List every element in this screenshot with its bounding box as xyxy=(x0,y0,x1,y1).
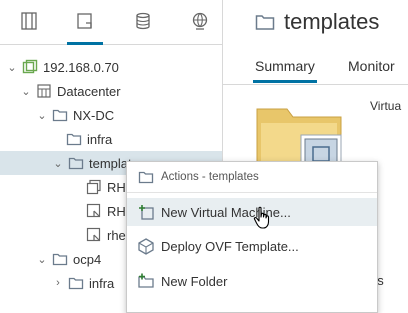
menu-item-label: Deploy OVF Template... xyxy=(161,238,299,254)
tree-item-nx-dc[interactable]: ⌄ NX-DC xyxy=(36,103,114,127)
tab-hosts-and-clusters[interactable] xyxy=(14,8,44,38)
vcenter-icon xyxy=(22,59,38,75)
chevron-down-icon[interactable]: ⌄ xyxy=(52,157,64,170)
tree-item-label: ocp4 xyxy=(73,251,102,267)
tab-storage[interactable] xyxy=(128,8,158,38)
tree-item-ocp4-infra[interactable]: › infra xyxy=(52,271,114,295)
tree-item-label: 192.168.0.70 xyxy=(43,59,119,75)
main-tabs: Summary Monitor xyxy=(223,54,408,85)
folder-icon xyxy=(255,13,275,31)
folder-icon xyxy=(52,107,68,123)
tree-item-label: RH xyxy=(107,203,126,219)
folder-icon xyxy=(68,275,84,291)
tree-item-label: rhe xyxy=(107,227,126,243)
vm-template-icon xyxy=(86,227,102,243)
hosts-and-clusters-icon xyxy=(19,11,39,36)
menu-item-deploy-ovf-template[interactable]: Deploy OVF Template... xyxy=(127,232,377,260)
menu-item-new-folder[interactable]: New Folder xyxy=(127,267,377,295)
tree-item-label: RH xyxy=(107,179,126,195)
chevron-down-icon[interactable]: ⌄ xyxy=(20,85,32,98)
tree-item-ocp4[interactable]: ⌄ ocp4 xyxy=(36,247,101,271)
chevron-down-icon[interactable]: ⌄ xyxy=(6,61,18,74)
chevron-right-icon[interactable]: › xyxy=(52,277,64,289)
page-title-text: templates xyxy=(284,9,380,34)
tree-item-label: Datacenter xyxy=(57,83,121,99)
navigator-tabs xyxy=(0,0,222,45)
new-folder-icon xyxy=(137,272,155,290)
datacenter-icon xyxy=(36,83,52,99)
chevron-down-icon[interactable]: ⌄ xyxy=(36,253,48,266)
folder-icon xyxy=(52,251,68,267)
new-vm-icon xyxy=(137,203,155,221)
tree-item-label: infra xyxy=(89,275,115,291)
tree-item-vcenter[interactable]: ⌄ 192.168.0.70 xyxy=(6,55,119,79)
tree-item-label: infra xyxy=(87,131,113,147)
tab-vms-and-templates[interactable] xyxy=(67,8,103,45)
summary-partial-text: Virtua xyxy=(370,99,402,113)
vm-template-icon xyxy=(86,179,102,195)
vms-and-templates-icon xyxy=(75,11,95,36)
storage-icon xyxy=(133,11,153,36)
tree-item-template-1[interactable]: RH xyxy=(86,175,126,199)
vm-template-icon xyxy=(86,203,102,219)
menu-item-new-virtual-machine[interactable]: New Virtual Machine... xyxy=(127,198,377,226)
page-title: templates xyxy=(255,9,379,35)
tab-networking[interactable] xyxy=(185,8,215,38)
hand-cursor-icon xyxy=(253,206,273,230)
tree-item-template-2[interactable]: RH xyxy=(86,199,126,223)
menu-item-label: New Folder xyxy=(161,273,228,289)
context-menu-header: Actions - templates xyxy=(127,162,377,193)
tree-item-infra[interactable]: infra xyxy=(66,127,112,151)
context-menu: Actions - templates New Virtual Machine.… xyxy=(126,161,378,313)
tab-summary[interactable]: Summary xyxy=(253,58,317,83)
tree-item-template-3[interactable]: rhe xyxy=(86,223,126,247)
deploy-ovf-icon xyxy=(137,237,155,255)
networking-icon xyxy=(190,11,210,36)
chevron-down-icon[interactable]: ⌄ xyxy=(36,109,48,122)
folder-icon xyxy=(66,131,82,147)
folder-icon xyxy=(137,168,155,186)
folder-icon xyxy=(68,155,84,171)
tree-item-datacenter[interactable]: ⌄ Datacenter xyxy=(20,79,121,103)
context-menu-title: Actions - templates xyxy=(161,171,259,183)
tab-monitor[interactable]: Monitor xyxy=(348,58,395,74)
tree-item-label: NX-DC xyxy=(73,107,115,123)
